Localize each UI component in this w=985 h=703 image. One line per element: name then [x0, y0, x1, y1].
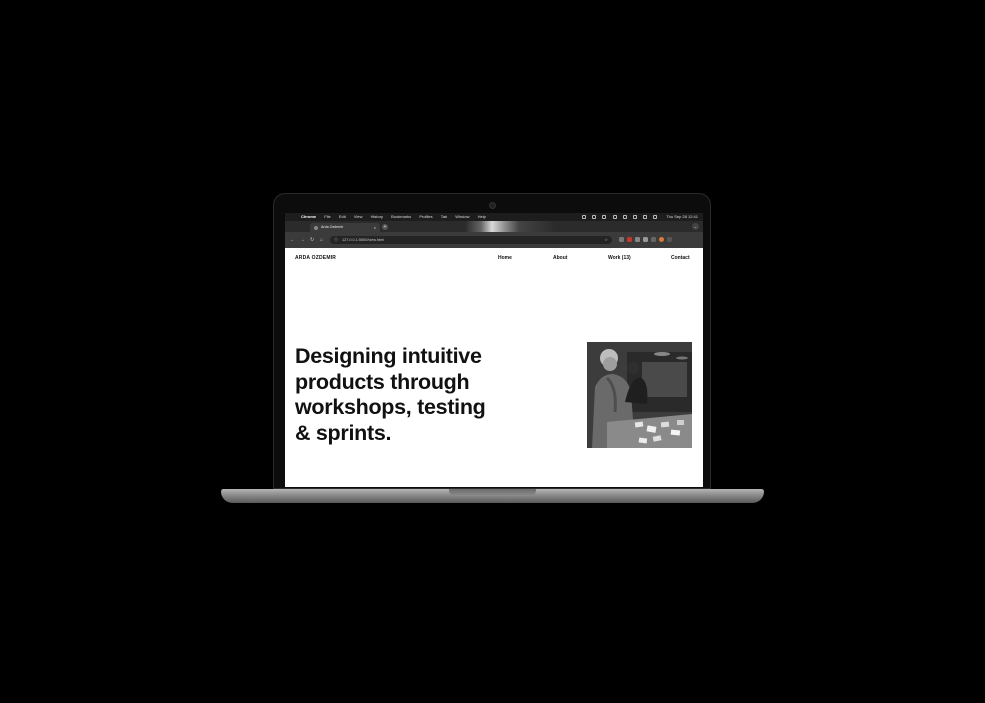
- website-page: ARDA OZDEMIR Home About Work (13) Contac…: [285, 248, 703, 487]
- app-menus: Chrome File Edit View History Bookmarks …: [301, 213, 493, 221]
- hero-photo: [587, 342, 692, 448]
- headline-line: & sprints.: [295, 420, 392, 445]
- bluetooth-icon[interactable]: [592, 214, 597, 219]
- site-logo[interactable]: ARDA OZDEMIR: [295, 255, 336, 261]
- nav-work[interactable]: Work (13): [608, 255, 631, 261]
- menubar-clock[interactable]: Thu Sep 28 12:41: [666, 214, 698, 219]
- browser-tab-strip: Arda Ozdemir × + ⌄: [285, 221, 703, 237]
- tab-title: Arda Ozdemir: [321, 225, 344, 229]
- figma-status-icon[interactable]: [582, 214, 587, 219]
- browser-tab-active[interactable]: Arda Ozdemir ×: [310, 223, 380, 232]
- menu-history[interactable]: History: [371, 214, 383, 219]
- reload-button[interactable]: ↻: [310, 236, 314, 244]
- extension-icon[interactable]: [635, 237, 640, 242]
- extension-icon[interactable]: [627, 237, 632, 242]
- workshop-photo-illustration: [587, 342, 692, 448]
- site-info-icon[interactable]: ⓘ: [334, 236, 338, 244]
- tab-strip-background-image: [465, 221, 555, 232]
- tab-close-icon[interactable]: ×: [374, 223, 376, 232]
- webcam: [490, 203, 495, 208]
- extension-icon[interactable]: [643, 237, 648, 242]
- puzzle-icon[interactable]: [651, 237, 656, 242]
- menu-bookmarks[interactable]: Bookmarks: [391, 214, 411, 219]
- menu-chrome[interactable]: Chrome: [301, 214, 316, 219]
- hero-headline: Designing intuitive products through wor…: [295, 344, 555, 446]
- nav-contact[interactable]: Contact: [671, 255, 690, 261]
- control-center-icon[interactable]: [653, 214, 658, 219]
- menu-tab[interactable]: Tab: [441, 214, 447, 219]
- headline-line: workshops, testing: [295, 395, 486, 419]
- nav-about[interactable]: About: [553, 255, 567, 261]
- laptop-opening-notch: [449, 489, 536, 496]
- focus-moon-icon[interactable]: [602, 214, 607, 219]
- wifi-icon[interactable]: [632, 214, 637, 219]
- tab-favicon-icon: [314, 225, 318, 230]
- extension-icon[interactable]: [619, 237, 624, 242]
- menu-edit[interactable]: Edit: [339, 214, 346, 219]
- tab-search-button[interactable]: ⌄: [692, 223, 699, 230]
- kebab-menu-icon[interactable]: [667, 237, 672, 242]
- back-button[interactable]: ←: [290, 236, 295, 244]
- address-bar-url[interactable]: 127.0.0.1:5500/view.html: [342, 236, 384, 244]
- menu-help[interactable]: Help: [478, 214, 486, 219]
- headline-line: Designing intuitive: [295, 344, 482, 368]
- profile-avatar-icon[interactable]: [659, 237, 664, 242]
- nav-home[interactable]: Home: [498, 255, 512, 261]
- home-button[interactable]: ⌂: [320, 236, 323, 244]
- new-tab-button[interactable]: +: [382, 224, 388, 230]
- address-bar[interactable]: ⓘ 127.0.0.1:5500/view.html ☆: [330, 236, 612, 244]
- search-icon[interactable]: [642, 214, 647, 219]
- macos-menubar: Chrome File Edit View History Bookmarks …: [285, 213, 703, 221]
- timer-icon[interactable]: [612, 214, 617, 219]
- menubar-status-area: Thu Sep 28 12:41: [582, 213, 698, 221]
- browser-toolbar: ← → ↻ ⌂ ⓘ 127.0.0.1:5500/view.html ☆: [285, 232, 703, 248]
- bookmark-star-icon[interactable]: ☆: [604, 236, 608, 244]
- laptop-screen: Chrome File Edit View History Bookmarks …: [285, 213, 703, 487]
- menu-view[interactable]: View: [354, 214, 363, 219]
- battery-icon[interactable]: [622, 214, 627, 219]
- forward-button[interactable]: →: [300, 236, 305, 244]
- headline-line: products through: [295, 369, 470, 394]
- menu-profiles[interactable]: Profiles: [419, 214, 432, 219]
- menu-window[interactable]: Window: [455, 214, 469, 219]
- menu-file[interactable]: File: [324, 214, 330, 219]
